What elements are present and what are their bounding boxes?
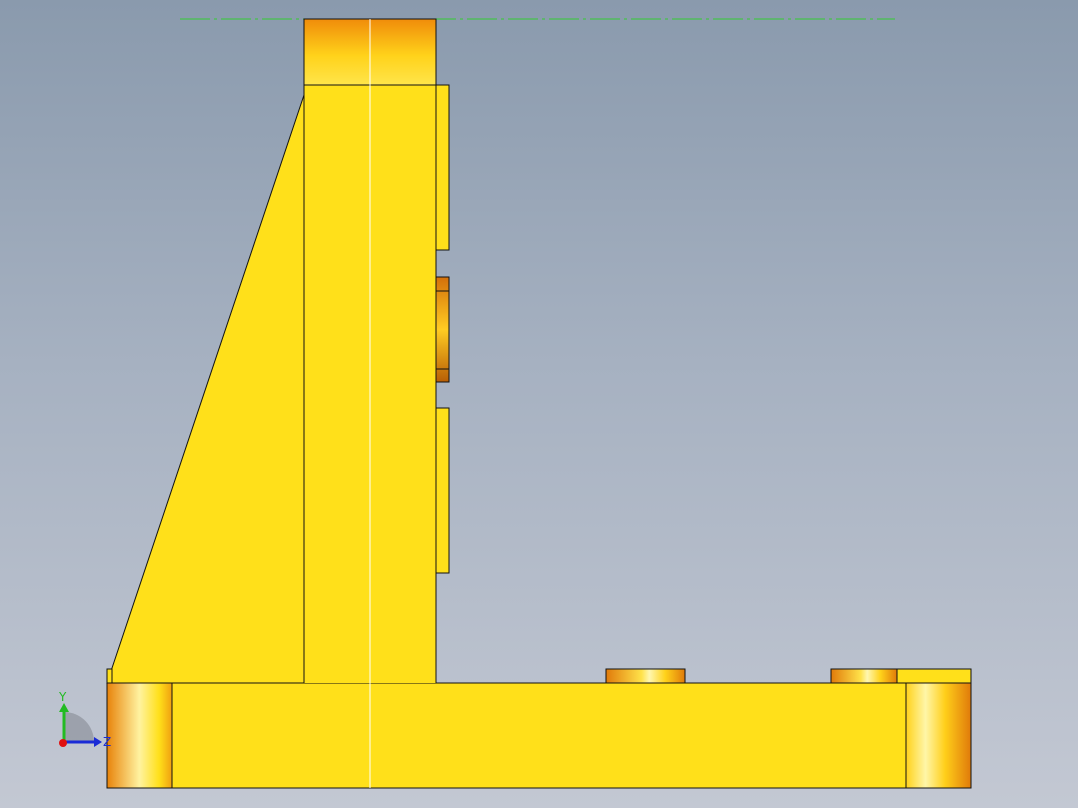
triad-arc <box>64 712 94 742</box>
base-bolt-2[interactable] <box>830 668 898 684</box>
y-axis-label: Y <box>58 690 67 704</box>
column-pad-lower[interactable] <box>435 407 450 574</box>
base-boss-left[interactable] <box>106 682 173 789</box>
side-pin[interactable] <box>435 276 450 383</box>
column-pad-upper[interactable] <box>435 84 450 251</box>
base-bolt-1[interactable] <box>605 668 686 684</box>
graphics-viewport[interactable]: Y Z <box>0 0 1078 808</box>
y-axis-arrowhead <box>59 703 69 712</box>
gusset-rib[interactable] <box>106 94 305 684</box>
part-model[interactable] <box>106 18 972 789</box>
orientation-triad[interactable]: Y Z <box>58 690 111 749</box>
z-axis-arrowhead <box>94 737 102 747</box>
z-axis-label: Z <box>103 735 111 749</box>
base-boss-right[interactable] <box>905 682 972 789</box>
base-boss-right-cap[interactable] <box>896 668 972 684</box>
base-plate[interactable] <box>171 682 907 789</box>
base-boss-left-cap[interactable] <box>106 668 113 684</box>
x-axis-dot <box>59 739 67 747</box>
